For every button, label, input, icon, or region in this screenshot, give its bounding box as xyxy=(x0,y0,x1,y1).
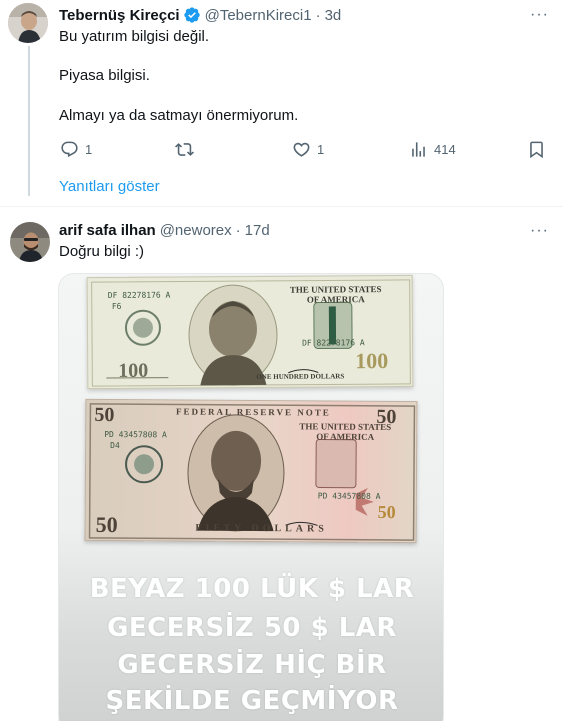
bill-50-denom-corner: 50 xyxy=(94,403,115,427)
bill-50-banner: THE UNITED STATES OF AMERICA xyxy=(299,421,392,442)
author-handle[interactable]: @neworex xyxy=(160,222,232,239)
thread-line xyxy=(28,46,30,196)
bill-100-banner: THE UNITED STATES OF AMERICA xyxy=(289,284,382,305)
tweet-image[interactable]: DF 82278176 A F6 THE UNITED STATES OF AM… xyxy=(58,273,444,721)
timestamp[interactable]: 3d xyxy=(325,7,342,24)
separator-dot: · xyxy=(235,222,241,239)
bill-100-series-letter: F6 xyxy=(111,301,122,311)
author-name[interactable]: arif safa ilhan xyxy=(59,222,156,239)
tweet-header: Tebernüş Kireçci @TebernKireci1 · 3d xyxy=(59,6,341,24)
reply-button[interactable]: 1 xyxy=(60,140,92,159)
bill-50-header: FEDERAL RESERVE NOTE xyxy=(176,406,331,418)
bill-100-serial-2: DF 82278176 A xyxy=(302,338,365,348)
retweet-icon xyxy=(175,143,194,156)
bill-50-footer: FIFTY DOLLARS xyxy=(195,522,328,535)
like-icon xyxy=(293,142,310,157)
caption-line-4: ŞEKİLDE GEÇMİYOR xyxy=(105,686,399,716)
tweet-1[interactable]: Tebernüş Kireçci @TebernKireci1 · 3d ···… xyxy=(0,0,563,207)
avatar[interactable] xyxy=(8,3,48,43)
bill-100-denom: 100 xyxy=(355,348,389,374)
like-button[interactable]: 1 xyxy=(292,140,324,159)
bill-50: 50 FEDERAL RESERVE NOTE 50 PD 43457808 A… xyxy=(84,398,418,544)
reply-count: 1 xyxy=(85,142,93,157)
caption-line-2: GECERSİZ 50 $ LAR xyxy=(107,613,397,643)
views-button[interactable]: 414 xyxy=(409,140,456,159)
bill-50-serial-2: PD 43457808 A xyxy=(317,491,381,501)
bill-100: DF 82278176 A F6 THE UNITED STATES OF AM… xyxy=(86,274,414,390)
tweet-text-line-3: Almayı ya da satmayı önermiyorum. xyxy=(59,107,299,124)
bill-50-denom-bottom: 50 xyxy=(95,511,118,538)
more-icon[interactable]: ··· xyxy=(530,223,549,239)
caption-line-1: BEYAZ 100 LÜK $ LAR xyxy=(89,574,415,604)
bill-50-denom-gold: 50 xyxy=(377,501,396,523)
tweet-text-line-1: Bu yatırım bilgisi değil. xyxy=(59,28,210,45)
like-count: 1 xyxy=(317,142,325,157)
caption-line-3: GECERSİZ HİÇ BİR xyxy=(117,650,387,680)
tweet-text: Doğru bilgi :) xyxy=(59,243,145,260)
tweet-text-line-2: Piyasa bilgisi. xyxy=(59,67,150,84)
bill-50-serial: PD 43457808 A xyxy=(104,429,167,440)
more-icon[interactable]: ··· xyxy=(530,7,549,23)
bill-100-serial: DF 82278176 A xyxy=(107,290,171,300)
show-replies-link[interactable]: Yanıtları göster xyxy=(59,178,160,195)
timestamp[interactable]: 17d xyxy=(245,222,270,239)
author-handle[interactable]: @TebernKireci1 xyxy=(205,7,312,24)
tweet-header: arif safa ilhan @neworex · 17d xyxy=(59,222,270,239)
verified-badge-icon xyxy=(183,7,200,23)
bill-50-series-letter: D4 xyxy=(110,441,120,451)
author-name[interactable]: Tebernüş Kireçci xyxy=(59,7,180,24)
avatar[interactable] xyxy=(10,222,50,262)
separator-dot: · xyxy=(315,6,321,24)
bookmark-icon xyxy=(530,141,543,159)
views-icon xyxy=(412,142,425,157)
reply-icon xyxy=(61,141,78,158)
retweet-button[interactable] xyxy=(175,140,200,159)
views-count: 414 xyxy=(434,142,456,157)
bill-100-denom-left: 100 xyxy=(118,359,149,382)
bill-100-footer: ONE HUNDRED DOLLARS xyxy=(256,372,345,381)
bookmark-button[interactable] xyxy=(527,140,546,159)
